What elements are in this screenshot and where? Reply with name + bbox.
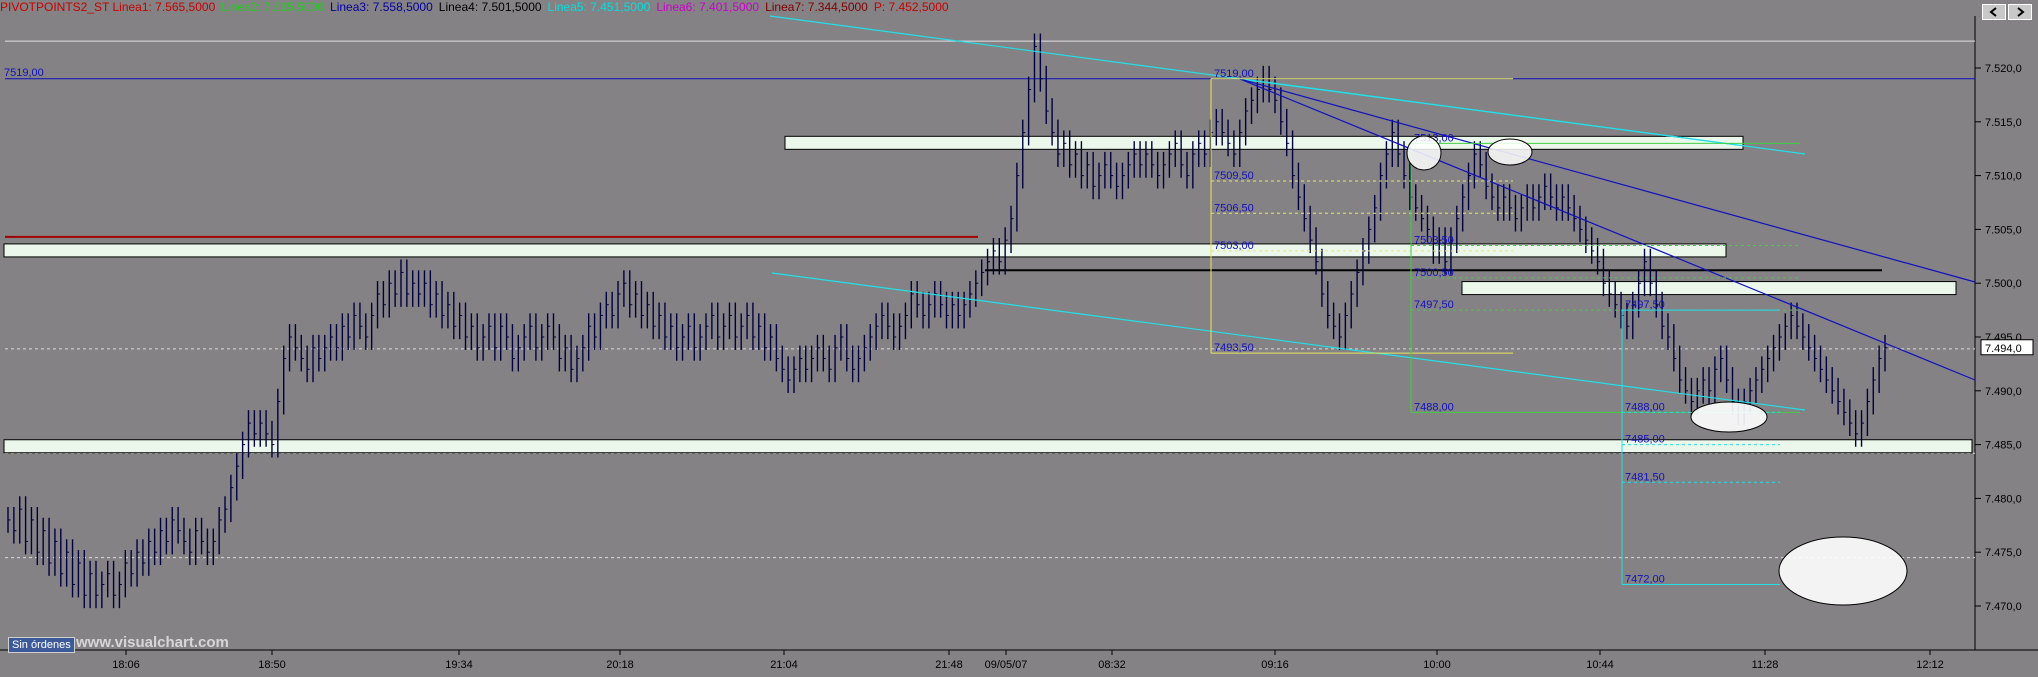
y-tick-label: 7.515,0 — [1985, 117, 2022, 129]
x-tick-label: 21:48 — [935, 659, 963, 671]
fib2-level-label: 7488,00 — [1414, 401, 1454, 413]
annotation-ellipse — [1406, 135, 1442, 171]
indicator-label: PIVOTPOINTS2_ST Linea1: 7.565,5000 — [0, 0, 216, 14]
indicator-label: Linea6: 7.401,5000 — [656, 0, 760, 14]
y-tick-label: 7.470,0 — [1985, 601, 2022, 613]
price-chart: 7.520,07.515,07.510,07.505,07.500,07.495… — [0, 0, 2038, 677]
chart-close-button[interactable] — [2008, 4, 2032, 20]
x-tick-label: 18:06 — [112, 659, 140, 671]
fib2-level-label: 7500,50 — [1414, 267, 1454, 279]
x-tick-label: 10:44 — [1586, 659, 1614, 671]
chevron-right-icon — [2017, 7, 2025, 17]
annotation-ellipse — [1487, 138, 1533, 166]
y-tick-label: 7.480,0 — [1985, 493, 2022, 505]
fib3-level-label: 7488,00 — [1625, 401, 1665, 413]
annotation-ellipse — [1690, 401, 1768, 433]
fib1-level-label: 7503,00 — [1214, 240, 1254, 252]
band-right — [1461, 281, 1957, 296]
fib3-level-label: 7485,00 — [1625, 434, 1665, 446]
x-tick-label: 09:16 — [1261, 659, 1289, 671]
y-tick-label: 7.475,0 — [1985, 547, 2022, 559]
x-tick-label: 12:12 — [1916, 659, 1944, 671]
y-tick-label: 7.505,0 — [1985, 224, 2022, 236]
fib1-level-label: 7519,00 — [1214, 68, 1254, 80]
x-tick-label: 18:50 — [258, 659, 286, 671]
fib3-level-label: 7472,00 — [1625, 573, 1665, 585]
plot-background — [0, 0, 2038, 677]
indicator-label: Linea5: 7.451,5000 — [547, 0, 651, 14]
band-lower — [3, 439, 1973, 454]
fib1-level-label: 7506,50 — [1214, 202, 1254, 214]
annotation-ellipse — [1778, 536, 1908, 606]
y-tick-label: 7.500,0 — [1985, 278, 2022, 290]
key-price-label: 7519,00 — [4, 67, 44, 79]
indicator-label: Linea4: 7.501,5000 — [438, 0, 542, 14]
x-tick-label: 19:34 — [445, 659, 473, 671]
fib1-level-label: 7509,50 — [1214, 170, 1254, 182]
indicator-label: P: 7.452,5000 — [873, 0, 949, 14]
indicator-label: Linea2: 7.515,5000 — [221, 0, 325, 14]
y-tick-label: 7.520,0 — [1985, 63, 2022, 75]
y-tick-label: 7.485,0 — [1985, 440, 2022, 452]
fib2-level-label: 7497,50 — [1414, 299, 1454, 311]
x-tick-label: 21:04 — [770, 659, 798, 671]
fib3-level-label: 7497,50 — [1625, 299, 1665, 311]
y-tick-label: 7.510,0 — [1985, 171, 2022, 183]
last-price-label: 7.494,0 — [1985, 343, 2022, 355]
indicator-label: Linea7: 7.344,5000 — [765, 0, 868, 14]
chart-options-button[interactable] — [1982, 4, 2006, 20]
fib2-level-label: 7503,50 — [1414, 235, 1454, 247]
x-tick-label: 09/05/07 — [985, 659, 1028, 671]
chevron-left-icon — [1989, 7, 1997, 17]
x-tick-label: 11:28 — [1752, 659, 1779, 671]
x-tick-label: 20:18 — [606, 659, 634, 671]
watermark: www.visualchart.com — [76, 634, 229, 651]
y-tick-label: 7.490,0 — [1985, 386, 2022, 398]
fib3-level-label: 7481,50 — [1625, 471, 1665, 483]
x-tick-label: 08:32 — [1098, 659, 1126, 671]
fib1-level-label: 7493,50 — [1214, 342, 1254, 354]
indicator-header: PIVOTPOINTS2_ST Linea1: 7.565,5000 Linea2… — [0, 0, 1975, 16]
indicator-label: Linea3: 7.558,5000 — [330, 0, 433, 14]
x-tick-label: 10:00 — [1423, 659, 1451, 671]
orders-status[interactable]: Sin órdenes — [8, 637, 75, 653]
